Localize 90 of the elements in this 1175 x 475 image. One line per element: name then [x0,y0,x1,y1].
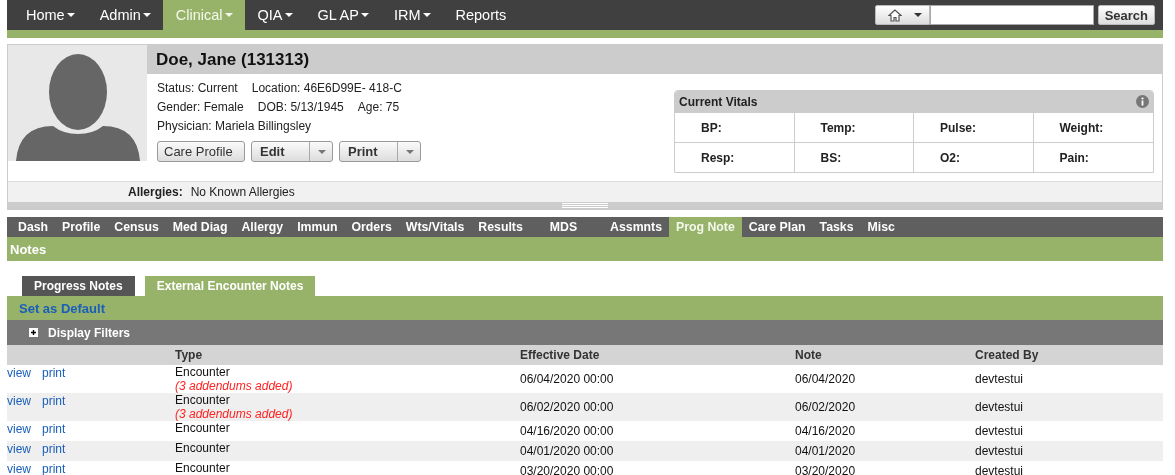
patient-detail: Location: 46E6D99E- 418-C [251,80,402,95]
vital-label: BP: [675,112,795,142]
row-link[interactable]: view [7,394,31,408]
notes-tab[interactable]: Progress Notes [22,276,135,296]
module-tab[interactable]: Dash [11,217,56,237]
row-link[interactable]: print [42,462,66,475]
row-link[interactable]: view [7,442,31,456]
module-tab[interactable]: Care Plan [741,217,813,237]
search-field[interactable] [929,5,1094,25]
vital-label: O2: [914,142,1034,172]
section-title: Notes [7,237,1163,261]
patient-detail: DOB: 5/13/1945 [257,99,344,114]
menu-item[interactable]: IRM [380,0,443,30]
vital-label: Pain: [1033,142,1153,172]
patient-detail: Gender: Female [157,99,244,114]
menu-item[interactable]: Reports [442,0,519,30]
module-tab[interactable]: Orders [344,217,399,237]
addendum-note: (3 addendums added) [175,407,294,421]
resize-grip-icon[interactable] [562,202,608,208]
table-cell: devtestui [975,464,1024,475]
vitals-title: Current Vitals [679,94,758,109]
table-cell: 06/02/2020 00:00 [520,400,614,414]
module-tab[interactable]: Tasks [812,217,861,237]
action-button[interactable]: Edit [251,141,333,162]
module-tab[interactable]: Misc [860,217,902,237]
row-link[interactable]: print [42,442,66,456]
table-cell: 06/04/2020 00:00 [520,372,614,386]
module-tab[interactable]: Immun [290,217,345,237]
table-cell: Encounter [175,365,230,379]
table-cell: devtestui [975,444,1024,458]
allergies-value: No Known Allergies [190,185,295,199]
module-tab[interactable]: Med Diag [165,217,235,237]
menu-item[interactable]: Admin [86,0,163,30]
action-button[interactable]: Print [339,141,421,162]
caret-icon [406,149,414,154]
home-icon [887,8,902,22]
search-button[interactable]: Search [1097,5,1155,25]
column-header: Note [795,348,822,362]
table-cell: 04/16/2020 00:00 [520,424,614,438]
vital-label: Pulse: [914,112,1034,142]
vital-label: Resp: [675,142,795,172]
module-tab[interactable]: Assmnts [603,217,670,237]
addendum-note: (3 addendums added) [175,379,294,393]
module-tab[interactable]: Census [107,217,166,237]
table-cell: Encounter [175,393,230,407]
table-cell: 03/20/2020 00:00 [520,464,614,475]
module-tab[interactable]: Results [471,217,530,237]
table-cell: 04/01/2020 00:00 [520,444,614,458]
allergies-label: Allergies: [128,185,183,199]
table-cell: Encounter [175,461,230,475]
table-cell: Encounter [175,421,230,435]
action-button[interactable]: Care Profile [157,141,245,162]
vital-label: Weight: [1033,112,1153,142]
column-header: Type [175,348,203,362]
column-header: Effective Date [520,348,600,362]
table-cell: devtestui [975,372,1024,386]
patient-detail: Status: Current [157,80,238,95]
vital-label: BS: [794,142,914,172]
row-link[interactable]: print [42,394,66,408]
row-link[interactable]: view [7,462,31,475]
module-tab[interactable]: Wts/Vitals [398,217,472,237]
info-icon[interactable] [1136,95,1149,108]
home-dropdown[interactable] [874,5,930,25]
module-tab[interactable]: Allergy [234,217,291,237]
menu-item[interactable]: GL AP [304,0,381,30]
row-link[interactable]: view [7,366,31,380]
table-cell: devtestui [975,424,1024,438]
table-cell: 04/16/2020 [795,424,856,438]
row-link[interactable]: print [42,422,66,436]
caret-icon [913,13,922,17]
filters-bar[interactable]: Display Filters [7,320,1163,345]
table-cell: 03/20/2020 [795,464,856,475]
menu-item[interactable]: QIA [244,0,305,30]
patient-detail: Physician: Mariela Billingsley [157,118,312,133]
row-link[interactable]: view [7,422,31,436]
patient-detail: Age: 75 [357,99,400,114]
table-cell: Encounter [175,441,230,455]
table-cell: 06/02/2020 [795,400,856,414]
table-cell: devtestui [975,400,1024,414]
column-header: Created By [975,348,1039,362]
module-tab[interactable]: MDS [529,217,604,237]
menu-item[interactable]: Home [13,0,87,30]
module-tab[interactable]: Profile [55,217,108,237]
filters-label: Display Filters [48,325,131,340]
table-cell: 04/01/2020 [795,444,856,458]
vital-label: Temp: [794,112,914,142]
row-link[interactable]: print [42,366,66,380]
table-cell: 06/04/2020 [795,372,856,386]
patient-name: Doe, Jane (131313) [147,45,1162,74]
caret-icon [318,149,326,154]
